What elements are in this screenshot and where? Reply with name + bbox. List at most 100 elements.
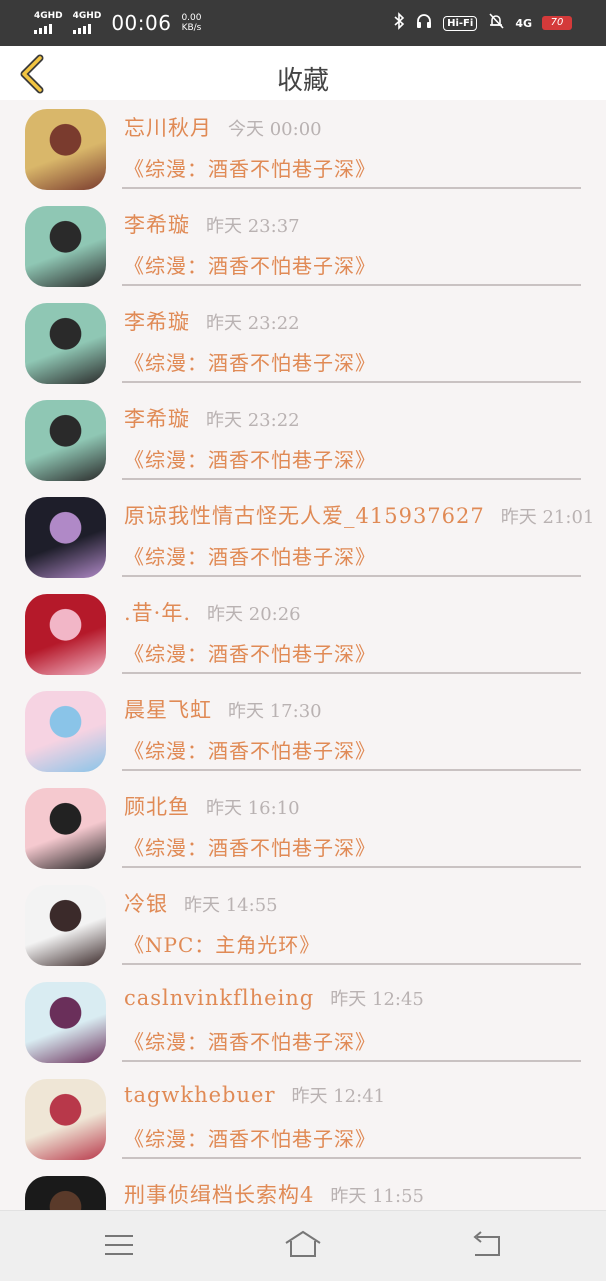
user-name: 刑事侦缉档长索构4	[124, 1183, 315, 1207]
page-title: 收藏	[276, 66, 329, 96]
return-icon	[473, 1231, 500, 1256]
name-line: 原谅我性情古怪无人爱_415937627 昨天 21:01	[124, 500, 594, 530]
name-line: caslnvinkflheing 昨天 12:45	[124, 985, 424, 1015]
timestamp: 昨天 14:55	[184, 895, 278, 916]
signal-sim1: 4GHD	[34, 12, 63, 34]
user-name: 顾北鱼	[124, 795, 190, 819]
avatar[interactable]	[25, 594, 106, 675]
timestamp: 昨天 23:22	[206, 410, 300, 431]
name-line: 冷银 昨天 14:55	[124, 888, 278, 918]
home-icon	[285, 1230, 321, 1257]
name-line: 李希璇 昨天 23:22	[124, 306, 300, 336]
timestamp: 昨天 11:55	[330, 1186, 424, 1207]
list-item[interactable]: 李希璇 昨天 23:37 《综漫：酒香不怕巷子深》	[0, 197, 606, 294]
timestamp: 昨天 12:41	[291, 1086, 386, 1107]
clock: 00:06	[111, 11, 172, 35]
list-item[interactable]: 刑事侦缉档长索构4 昨天 11:55	[0, 1167, 606, 1210]
timestamp: 昨天 12:45	[330, 989, 424, 1010]
divider	[122, 575, 581, 577]
divider	[122, 963, 581, 965]
signal-bars-icon	[72, 23, 91, 34]
book-title: 《综漫：酒香不怕巷子深》	[124, 545, 376, 569]
list-item[interactable]: 原谅我性情古怪无人爱_415937627 昨天 21:01 《综漫：酒香不怕巷子深》	[0, 488, 606, 585]
list-item[interactable]: .昔·年. 昨天 20:26 《综漫：酒香不怕巷子深》	[0, 585, 606, 682]
divider	[122, 866, 581, 868]
avatar[interactable]	[25, 109, 106, 190]
timestamp: 昨天 23:22	[206, 313, 300, 334]
divider	[122, 1060, 581, 1062]
user-name: 李希璇	[124, 310, 190, 334]
timestamp: 昨天 16:10	[206, 798, 300, 819]
user-name: 冷银	[124, 892, 168, 916]
avatar[interactable]	[25, 885, 106, 966]
avatar[interactable]	[25, 303, 106, 384]
network-type: 4G	[515, 16, 532, 30]
book-title: 《综漫：酒香不怕巷子深》	[124, 254, 376, 278]
avatar[interactable]	[25, 1176, 106, 1210]
list-item[interactable]: 冷银 昨天 14:55 《NPC：主角光环》	[0, 876, 606, 973]
user-name: 晨星飞虹	[124, 698, 212, 722]
list-item[interactable]: tagwkhebuer 昨天 12:41 《综漫：酒香不怕巷子深》	[0, 1070, 606, 1167]
signal-bars-icon	[34, 23, 52, 34]
signal-sim2: 4GHD	[72, 11, 102, 34]
name-line: 李希璇 昨天 23:37	[124, 209, 300, 239]
favorites-list: 忘川秋月 今天 00:00 《综漫：酒香不怕巷子深》 李希璇 昨天 23:37 《综漫：酒…	[0, 100, 606, 1210]
hifi-badge: Hi-Fi	[443, 15, 478, 31]
timestamp: 昨天 21:01	[500, 507, 595, 528]
avatar[interactable]	[25, 1079, 106, 1160]
list-item[interactable]: 顾北鱼 昨天 16:10 《综漫：酒香不怕巷子深》	[0, 779, 606, 876]
divider	[122, 769, 581, 771]
avatar[interactable]	[25, 206, 106, 287]
book-title: 《NPC：主角光环》	[124, 933, 321, 957]
speed-unit: KB/s	[181, 23, 202, 33]
menu-icon	[105, 1235, 133, 1255]
user-name: 李希璇	[124, 407, 190, 431]
name-line: 刑事侦缉档长索构4 昨天 11:55	[124, 1179, 424, 1209]
book-title: 《综漫：酒香不怕巷子深》	[124, 1030, 376, 1054]
name-line: tagwkhebuer 昨天 12:41	[124, 1082, 385, 1112]
divider	[122, 478, 581, 480]
book-title: 《综漫：酒香不怕巷子深》	[124, 1127, 376, 1151]
list-item[interactable]: 忘川秋月 今天 00:00 《综漫：酒香不怕巷子深》	[0, 100, 606, 197]
timestamp: 昨天 17:30	[228, 701, 322, 722]
mute-bell-icon	[487, 12, 505, 34]
home-button[interactable]	[283, 1229, 323, 1261]
user-name: tagwkhebuer	[124, 1083, 276, 1107]
list-item[interactable]: 李希璇 昨天 23:22 《综漫：酒香不怕巷子深》	[0, 391, 606, 488]
divider	[122, 672, 581, 674]
name-line: 晨星飞虹 昨天 17:30	[124, 694, 322, 724]
avatar[interactable]	[25, 691, 106, 772]
book-title: 《综漫：酒香不怕巷子深》	[124, 448, 376, 472]
divider	[122, 187, 581, 189]
divider	[122, 284, 581, 286]
sim2-label: 4GHD	[72, 11, 102, 21]
user-name: .昔·年.	[124, 601, 192, 625]
avatar[interactable]	[25, 497, 106, 578]
app-header: 收藏	[0, 46, 606, 100]
user-name: 忘川秋月	[124, 116, 212, 140]
timestamp: 今天 00:00	[228, 119, 322, 140]
name-line: 忘川秋月 今天 00:00	[124, 112, 322, 142]
menu-button[interactable]	[99, 1229, 139, 1261]
avatar[interactable]	[25, 982, 106, 1063]
list-item[interactable]: caslnvinkflheing 昨天 12:45 《综漫：酒香不怕巷子深》	[0, 973, 606, 1070]
avatar[interactable]	[25, 400, 106, 481]
speed-value: 0.00	[181, 13, 202, 23]
list-item[interactable]: 李希璇 昨天 23:22 《综漫：酒香不怕巷子深》	[0, 294, 606, 391]
user-name: caslnvinkflheing	[124, 986, 315, 1010]
book-title: 《综漫：酒香不怕巷子深》	[124, 157, 376, 181]
divider	[122, 1157, 581, 1159]
list-item[interactable]: 晨星飞虹 昨天 17:30 《综漫：酒香不怕巷子深》	[0, 682, 606, 779]
timestamp: 昨天 23:37	[206, 216, 300, 237]
name-line: 顾北鱼 昨天 16:10	[124, 791, 300, 821]
book-title: 《综漫：酒香不怕巷子深》	[124, 351, 376, 375]
bluetooth-icon	[393, 12, 405, 34]
avatar[interactable]	[25, 788, 106, 869]
status-bar: 4GHD 4GHD 00:06 0.00 KB/s Hi-Fi 4G 70	[0, 0, 606, 46]
user-name: 李希璇	[124, 213, 190, 237]
book-title: 《综漫：酒香不怕巷子深》	[124, 642, 376, 666]
name-line: .昔·年. 昨天 20:26	[124, 597, 301, 627]
battery-icon: 70	[542, 16, 572, 30]
name-line: 李希璇 昨天 23:22	[124, 403, 300, 433]
back-nav-button[interactable]	[467, 1229, 507, 1261]
